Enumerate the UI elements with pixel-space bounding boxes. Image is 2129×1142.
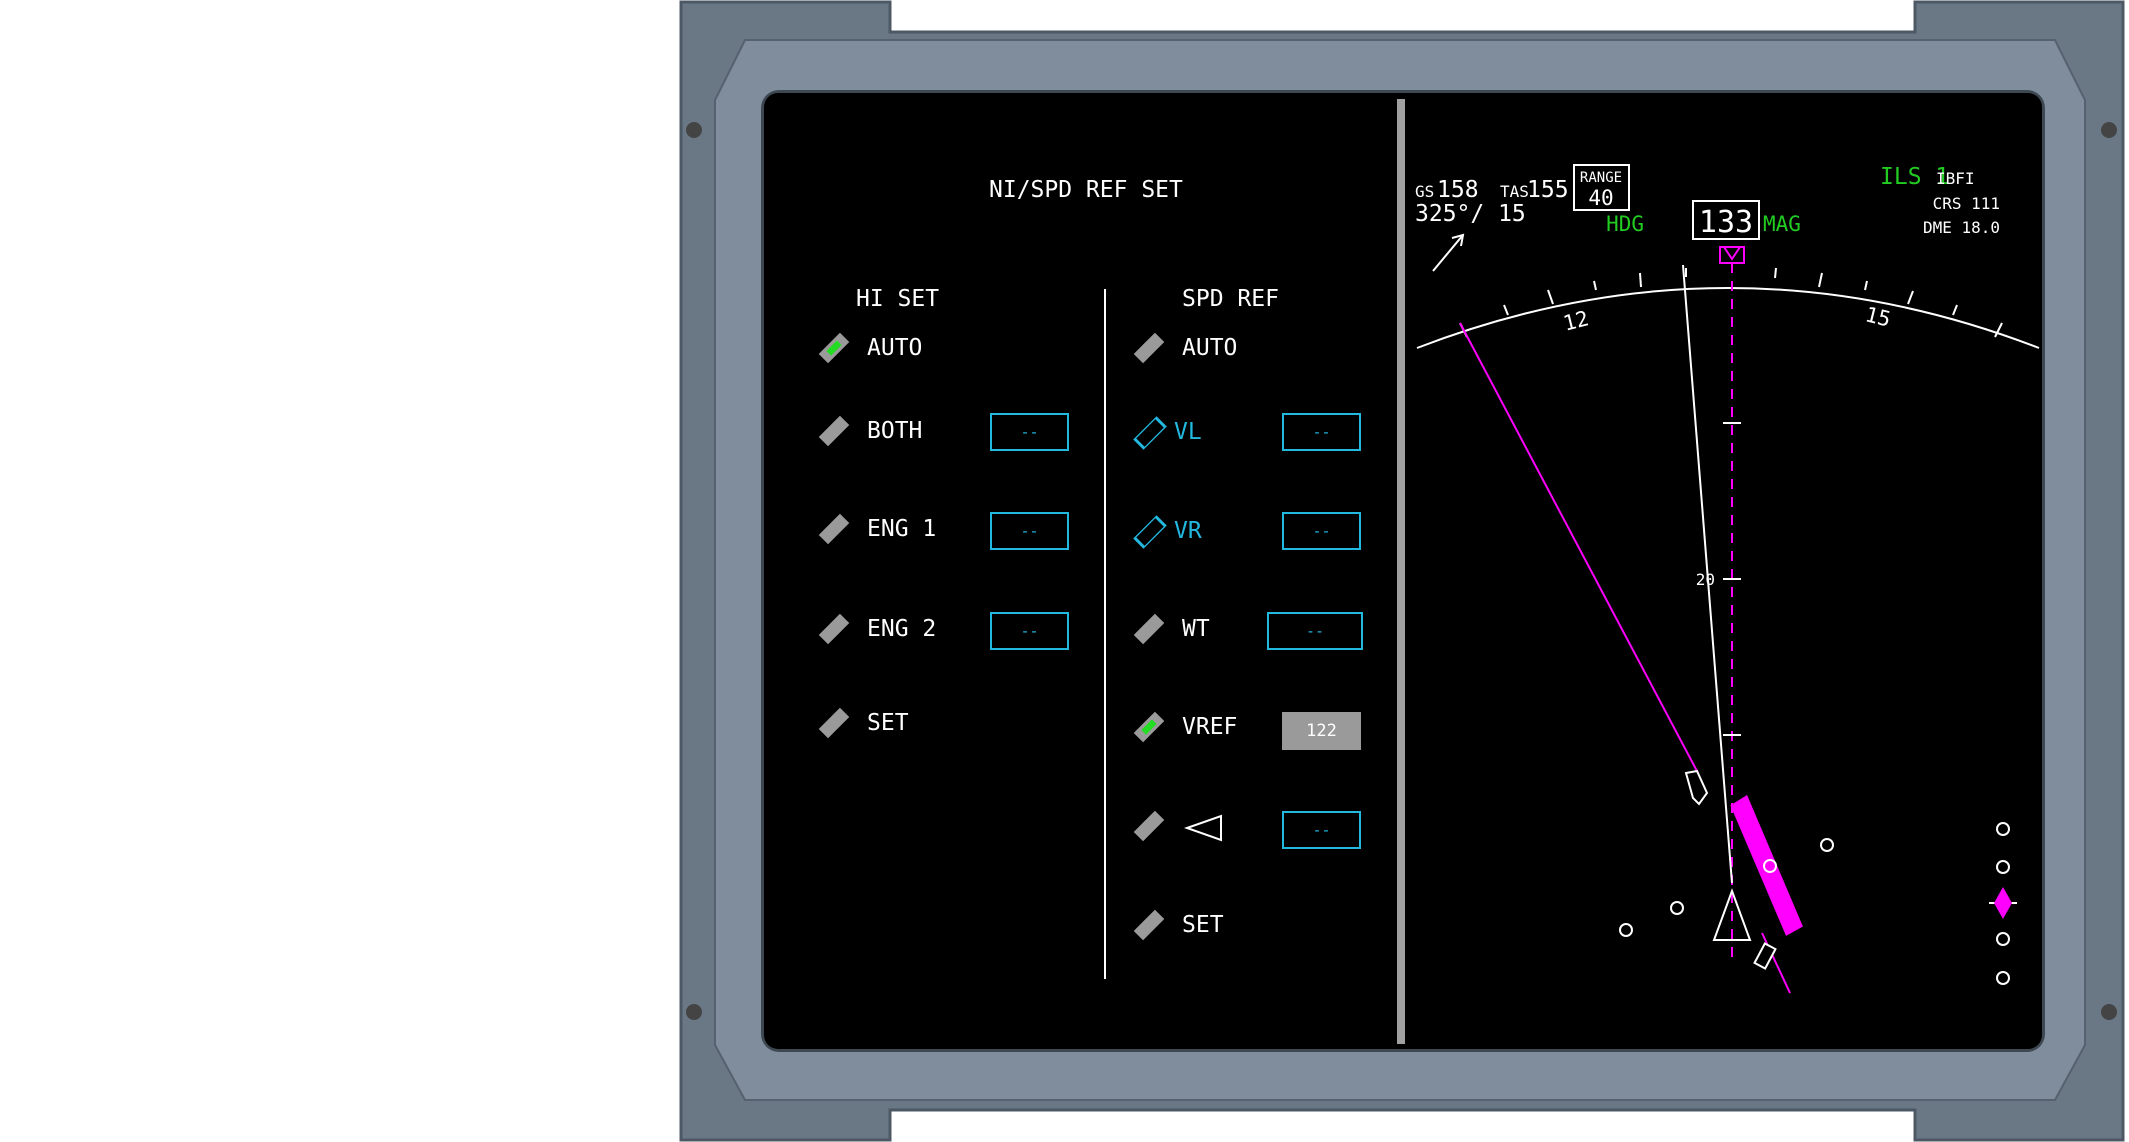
wind-readout: 325°/ 15 (1415, 201, 1526, 227)
hi-set-eng1-label: ENG 1 (867, 516, 937, 542)
page-separator (1397, 99, 1405, 1044)
compass-arc (1416, 287, 2040, 349)
airport-icons (1619, 838, 1834, 937)
spd-ref-vl-label: VL (1174, 419, 1202, 445)
range-label: RANGE (1580, 170, 1622, 186)
hi-set-eng1-button[interactable] (818, 513, 850, 545)
page-title: NI/SPD REF SET (989, 177, 1183, 203)
gs-label: GS (1415, 182, 1434, 201)
waypoint-icon (1753, 942, 1777, 970)
localizer-bar (1730, 794, 1803, 936)
compass-label-15: 15 (1863, 302, 1893, 331)
hi-set-auto-label: AUTO (867, 335, 923, 361)
hi-set-eng2-button[interactable] (818, 613, 850, 645)
screw-icon (2101, 122, 2117, 138)
triangle-left-icon (1184, 814, 1222, 842)
spd-ref-wt-button[interactable] (1133, 613, 1165, 645)
column-divider (1104, 289, 1106, 979)
spd-ref-auto-button[interactable] (1133, 332, 1165, 364)
spd-ref-vr-label: VR (1174, 518, 1202, 544)
hi-set-both-field[interactable]: -- (990, 413, 1069, 451)
spd-ref-auto-label: AUTO (1182, 335, 1238, 361)
screw-icon (686, 122, 702, 138)
hi-set-both-label: BOTH (867, 418, 923, 444)
spd-ref-vl-field[interactable]: -- (1282, 413, 1361, 451)
spd-ref-wt-field[interactable]: -- (1267, 612, 1363, 650)
hi-set-eng2-label: ENG 2 (867, 616, 937, 642)
range-value: 40 (1588, 186, 1613, 210)
hi-set-eng2-field[interactable]: -- (990, 612, 1069, 650)
compass-label-12: 12 (1561, 306, 1591, 335)
tas-value: 155 (1527, 177, 1569, 203)
spd-ref-vr-button[interactable] (1133, 515, 1167, 549)
gs-value: 158 (1437, 177, 1479, 203)
mag-label: MAG (1763, 212, 1801, 236)
spd-ref-thrust-field[interactable]: -- (1282, 811, 1361, 849)
spd-ref-vref-button[interactable] (1133, 711, 1165, 743)
route-line (1459, 322, 1699, 774)
ils-ident: IBFI (1936, 169, 1975, 188)
hdg-label: HDG (1606, 212, 1644, 236)
display-screen: NI/SPD REF SET HI SET SPD REF AUTO BOTH … (764, 93, 2042, 1049)
hi-set-both-button[interactable] (818, 415, 850, 447)
screw-icon (686, 1004, 702, 1020)
range-mark-label: 20 (1696, 570, 1715, 589)
spd-ref-set-label: SET (1182, 912, 1224, 938)
glideslope-pointer-icon (1994, 887, 2012, 919)
spd-ref-set-button[interactable] (1133, 909, 1165, 941)
heading-value: 133 (1699, 205, 1753, 240)
spd-ref-vref-field[interactable]: 122 (1282, 712, 1361, 750)
screw-icon (2101, 1004, 2117, 1020)
spd-ref-header: SPD REF (1182, 286, 1279, 312)
wind-arrow-icon (1432, 233, 1465, 272)
spd-ref-vl-button[interactable] (1133, 416, 1167, 450)
hi-set-set-button[interactable] (818, 707, 850, 739)
ils-dme: DME 18.0 (1923, 218, 2000, 237)
ils-course: CRS 111 (1933, 194, 2000, 213)
hi-set-auto-button[interactable] (818, 332, 850, 364)
waypoint-icon (1684, 769, 1709, 806)
spd-ref-vr-field[interactable]: -- (1282, 512, 1361, 550)
hi-set-eng1-field[interactable]: -- (990, 512, 1069, 550)
spd-ref-thrust-button[interactable] (1133, 810, 1165, 842)
hi-set-set-label: SET (867, 710, 909, 736)
spd-ref-wt-label: WT (1182, 616, 1210, 642)
spd-ref-vref-label: VREF (1182, 714, 1238, 740)
hi-set-header: HI SET (856, 286, 940, 312)
tas-label: TAS (1500, 182, 1529, 201)
navigation-display: GS 158 TAS 155 325°/ 15 RANGE 40 HDG 133… (1415, 164, 2040, 994)
